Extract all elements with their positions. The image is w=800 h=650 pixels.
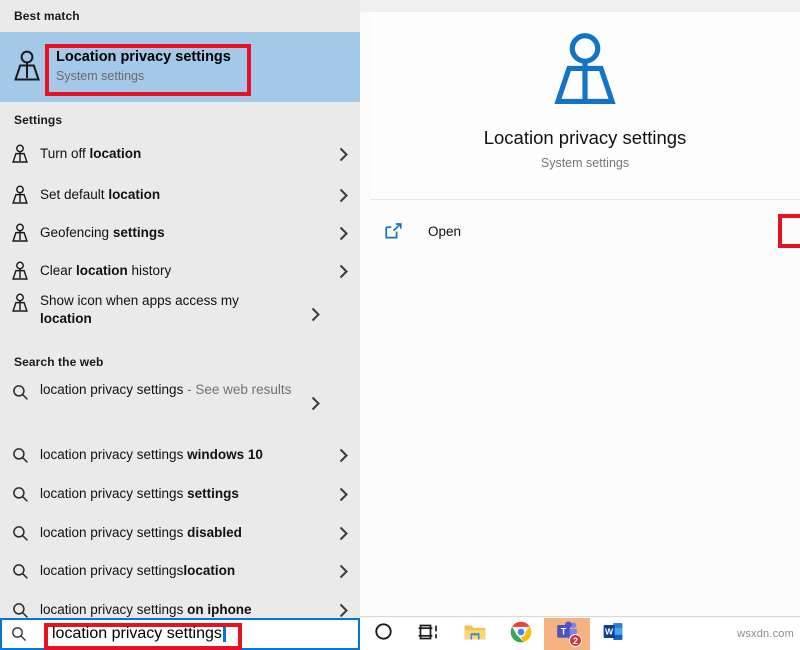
chevron-right-icon[interactable]	[326, 147, 360, 162]
text-caret	[222, 626, 226, 642]
chevron-right-icon[interactable]	[326, 226, 360, 241]
taskbar-item-google-chrome[interactable]	[498, 618, 544, 650]
settings-section-header: Settings	[14, 113, 63, 127]
search-the-web-header: Search the web	[14, 355, 104, 369]
location-pin-icon	[0, 144, 40, 165]
taskbar-item-microsoft-teams[interactable]: T 2	[544, 618, 590, 650]
location-pin-icon	[0, 223, 40, 244]
chevron-right-icon[interactable]	[326, 564, 360, 579]
task-view-icon	[418, 623, 440, 646]
open-action-row[interactable]: Open	[370, 212, 800, 250]
location-pin-icon	[0, 185, 40, 206]
search-icon	[2, 626, 36, 642]
windows-search-overlay: Best match Location privacy settings Sys…	[0, 0, 800, 650]
chevron-right-icon[interactable]	[326, 487, 360, 502]
chevron-right-icon[interactable]	[326, 264, 360, 279]
location-pin-icon	[0, 261, 40, 282]
web-result-label-0: location privacy settings - See web resu…	[40, 382, 292, 397]
svg-text:T: T	[560, 627, 566, 637]
cortana-circle-icon	[374, 622, 393, 646]
web-result-row-4[interactable]: location privacy settingslocation	[0, 556, 360, 586]
preview-panel: Location privacy settings System setting…	[360, 0, 800, 650]
preview-subtitle: System settings	[540, 156, 630, 170]
preview-title: Location privacy settings	[483, 127, 687, 148]
best-match-result-row[interactable]: Location privacy settings System setting…	[0, 32, 360, 102]
web-result-row-1[interactable]: location privacy settings windows 10	[0, 440, 360, 470]
settings-result-row-1[interactable]: Set default location	[0, 179, 360, 211]
taskbar-item-task-view[interactable]	[406, 618, 452, 650]
best-match-header: Best match	[14, 9, 80, 23]
teams-notification-badge: 2	[569, 634, 582, 647]
settings-result-row-2[interactable]: Geofencing settings	[0, 217, 360, 249]
file-explorer-icon	[463, 622, 487, 647]
settings-result-row-0[interactable]: Turn off location	[0, 138, 360, 170]
settings-result-label-0: Turn off location	[40, 145, 142, 161]
settings-result-label-2: Geofencing settings	[40, 224, 165, 240]
watermark-text: wsxdn.com	[737, 628, 794, 640]
web-result-row-3[interactable]: location privacy settings disabled	[0, 518, 360, 548]
web-result-label-3: location privacy settings disabled	[40, 524, 242, 540]
best-match-text-block: Location privacy settings System setting…	[54, 48, 231, 87]
settings-result-label-4: Show icon when apps access my location	[40, 293, 239, 327]
settings-result-row-3[interactable]: Clear location history	[0, 255, 360, 287]
chevron-right-icon[interactable]	[298, 381, 332, 425]
chevron-right-icon[interactable]	[326, 603, 360, 618]
open-action-label: Open	[428, 223, 462, 239]
chevron-right-icon[interactable]	[326, 448, 360, 463]
settings-result-row-4[interactable]: Show icon when apps access my location	[0, 292, 360, 336]
search-input-text-wrap[interactable]: location privacy settings	[52, 625, 226, 643]
location-pin-icon	[549, 32, 621, 117]
search-icon	[0, 486, 40, 503]
taskbar-top-border	[360, 616, 800, 617]
settings-result-label-3: Clear location history	[40, 262, 172, 278]
search-input-value[interactable]: location privacy settings	[52, 625, 222, 643]
web-result-label-4: location privacy settingslocation	[40, 562, 236, 578]
web-result-label-1: location privacy settings windows 10	[40, 446, 263, 462]
web-result-row-2[interactable]: location privacy settings settings	[0, 479, 360, 509]
search-icon	[0, 602, 40, 619]
search-icon	[0, 525, 40, 542]
web-result-label-5: location privacy settings on iphone	[40, 601, 252, 617]
settings-result-label-1: Set default location	[40, 186, 161, 202]
google-chrome-icon	[510, 621, 532, 648]
location-pin-icon	[0, 292, 40, 314]
web-result-label-2: location privacy settings settings	[40, 485, 239, 501]
microsoft-word-icon: W	[602, 621, 624, 647]
svg-text:W: W	[605, 626, 614, 636]
taskbar-item-file-explorer[interactable]	[452, 618, 498, 650]
taskbar-item-cortana[interactable]	[360, 618, 406, 650]
preview-card: Location privacy settings System setting…	[370, 12, 800, 199]
taskbar-item-microsoft-word[interactable]: W	[590, 618, 636, 650]
chevron-right-icon[interactable]	[326, 526, 360, 541]
location-pin-icon	[0, 50, 54, 84]
preview-divider	[370, 199, 800, 200]
search-results-panel: Best match Location privacy settings Sys…	[0, 0, 360, 650]
best-match-title: Location privacy settings	[56, 48, 231, 65]
chevron-right-icon[interactable]	[326, 188, 360, 203]
search-icon	[0, 381, 40, 403]
chevron-right-icon[interactable]	[298, 292, 332, 336]
search-icon	[0, 563, 40, 580]
taskbar: T 2 W wsxdn.com	[360, 618, 800, 650]
search-icon	[0, 447, 40, 464]
best-match-subtitle: System settings	[56, 68, 145, 83]
web-result-row-0[interactable]: location privacy settings - See web resu…	[0, 381, 360, 425]
open-external-icon	[370, 223, 418, 239]
preview-panel-top-strip	[360, 0, 800, 12]
